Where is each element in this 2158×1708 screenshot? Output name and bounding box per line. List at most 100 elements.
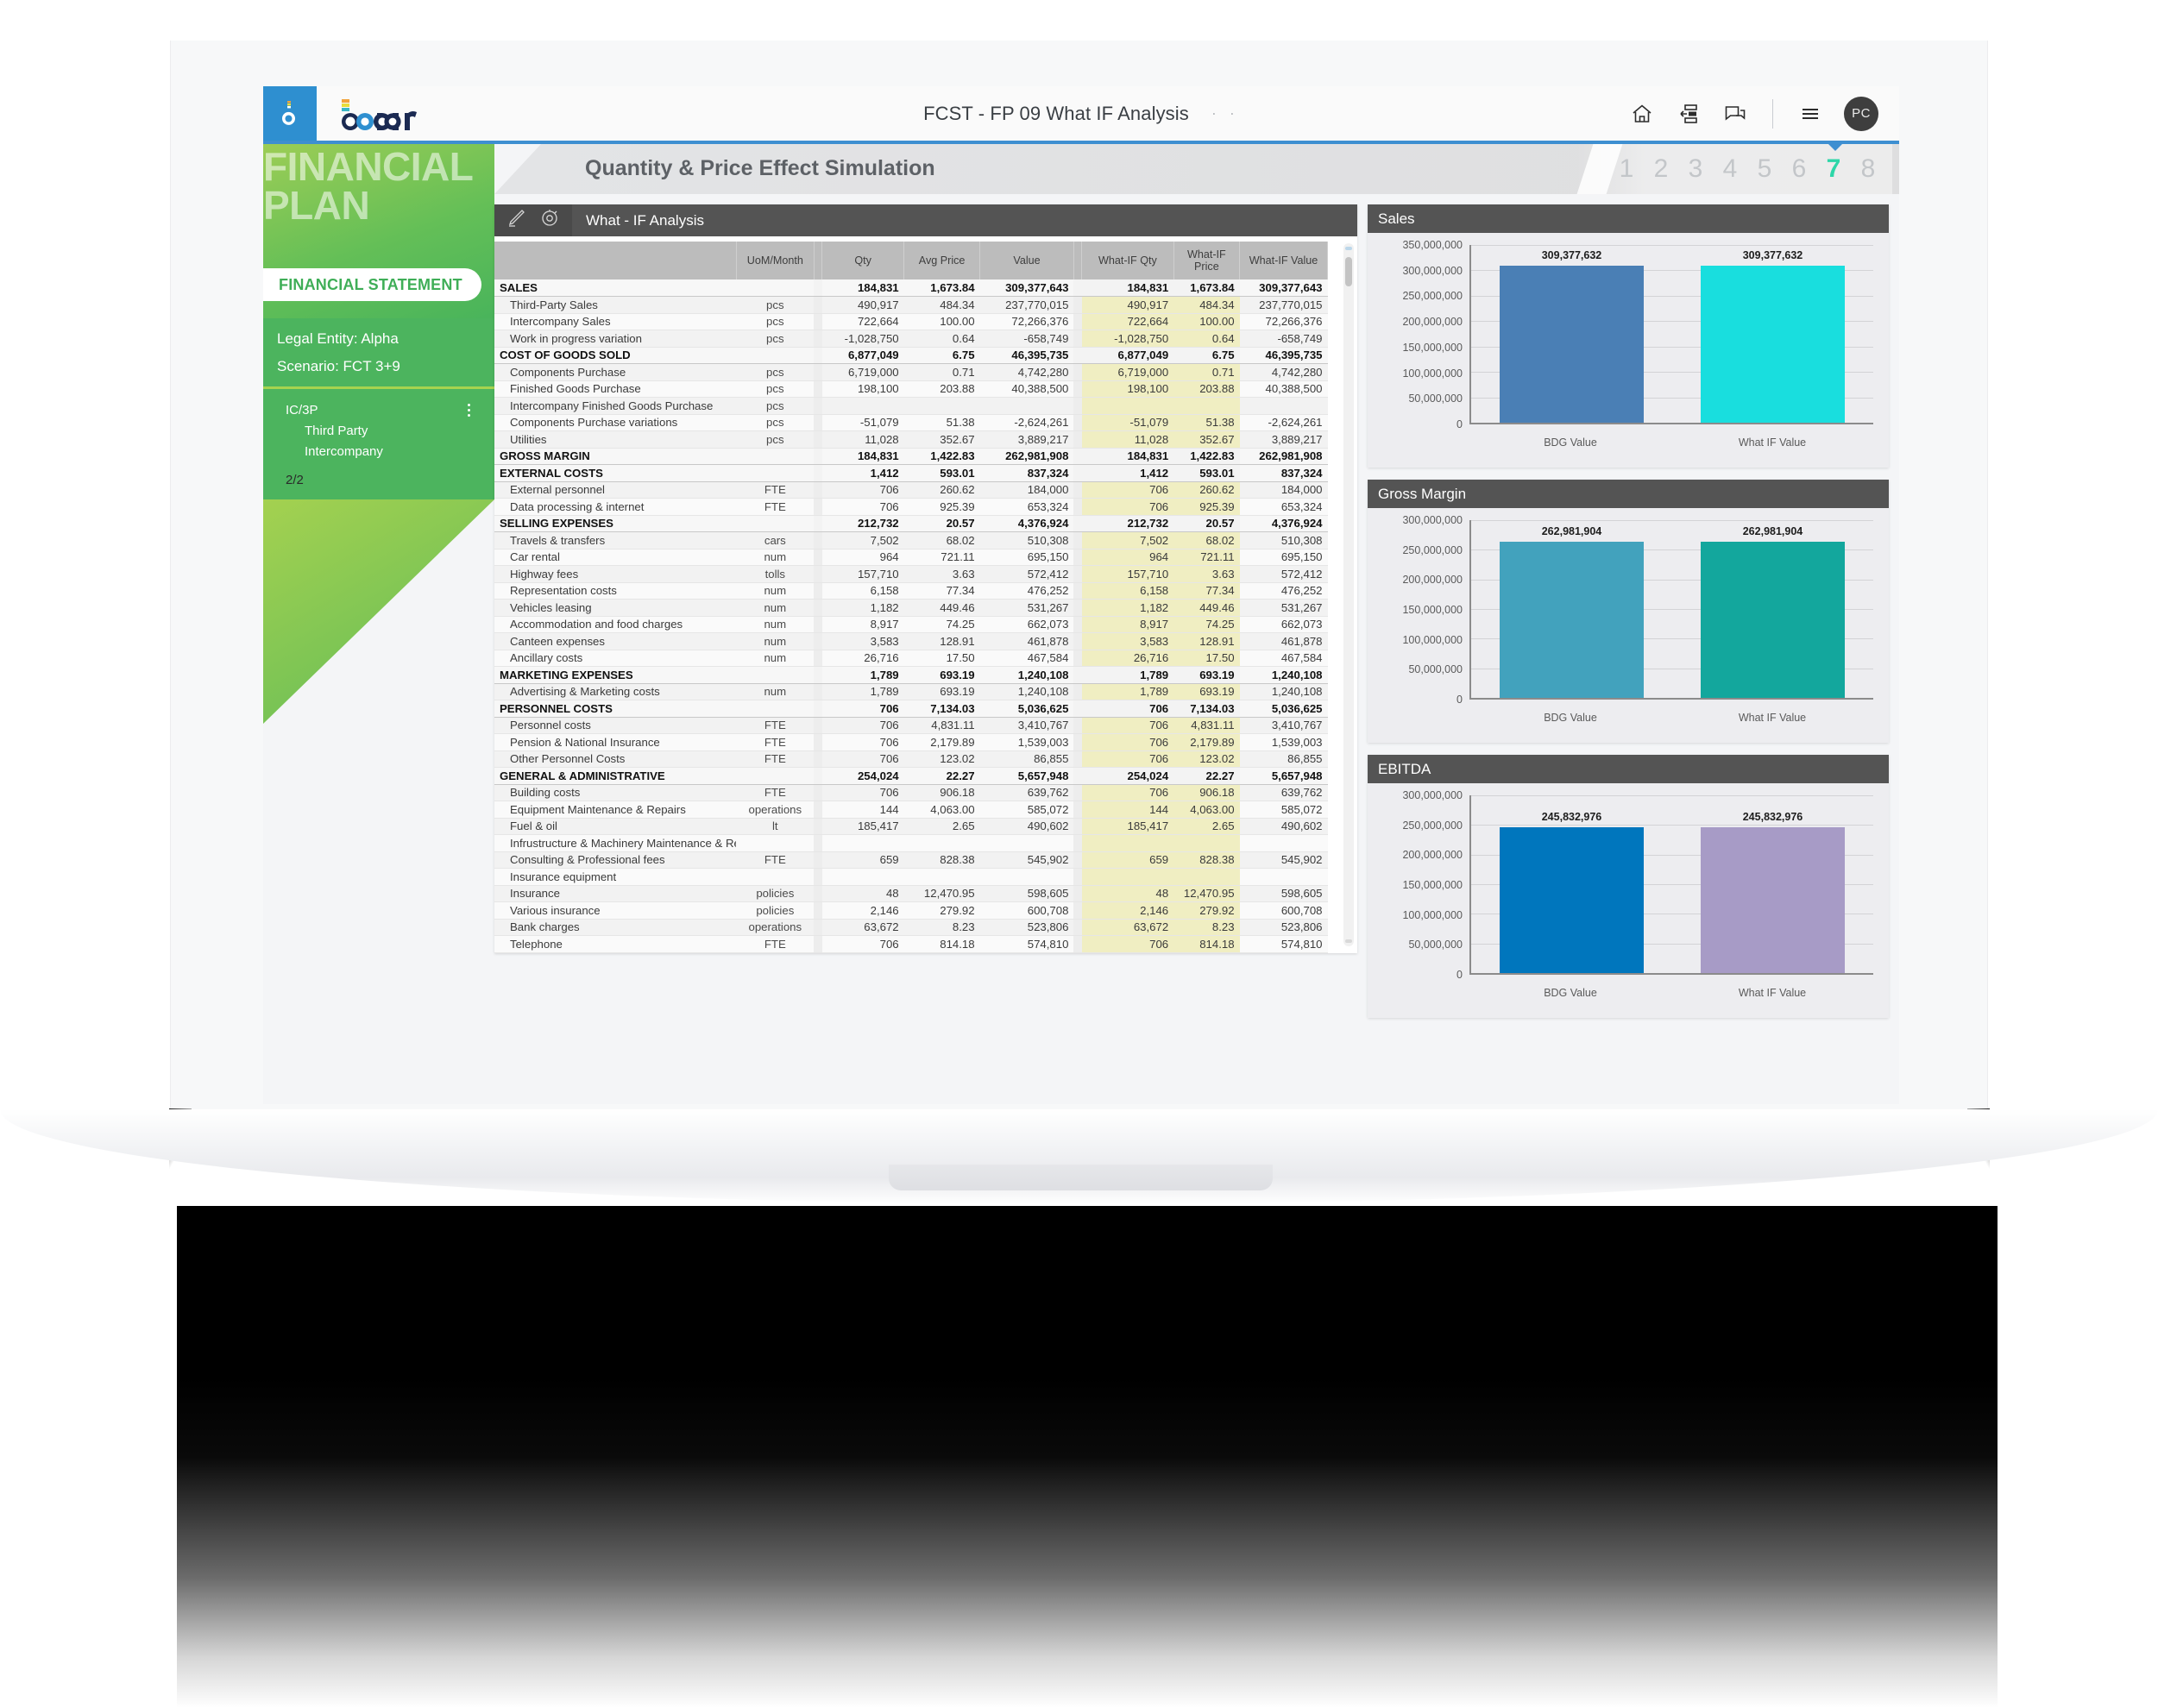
table-row[interactable]: Components Purchase pcs 6,719,000 0.71 4,742… bbox=[494, 363, 1328, 381]
row-whatif-price[interactable]: 4,831.11 bbox=[1173, 717, 1240, 734]
table-row[interactable]: Advertising & Marketing costs num 1,789 693… bbox=[494, 683, 1328, 700]
pager-page-8[interactable]: 8 bbox=[1851, 154, 1885, 184]
comment-icon[interactable] bbox=[1722, 101, 1748, 127]
table-row[interactable]: SELLING EXPENSES 212,732 20.57 4,376,924 212… bbox=[494, 515, 1328, 532]
table-row[interactable]: Consulting & Professional fees FTE 659 828.… bbox=[494, 851, 1328, 869]
bar[interactable] bbox=[1700, 265, 1846, 423]
row-whatif-qty[interactable]: 964 bbox=[1081, 549, 1174, 566]
row-whatif-price[interactable]: 279.92 bbox=[1173, 901, 1240, 920]
row-whatif-price[interactable]: 7,134.03 bbox=[1173, 700, 1240, 718]
row-whatif-price[interactable]: 6.75 bbox=[1173, 347, 1240, 364]
table-row[interactable]: Finished Goods Purchase pcs 198,100 203.88 4… bbox=[494, 380, 1328, 398]
table-row[interactable]: Work in progress variation pcs -1,028,750 0… bbox=[494, 330, 1328, 348]
row-whatif-price[interactable]: 123.02 bbox=[1173, 750, 1240, 768]
table-row[interactable]: Third-Party Sales pcs 490,917 484.34 237,770… bbox=[494, 296, 1328, 314]
scrollbar-thumb[interactable] bbox=[1345, 257, 1352, 286]
table-row[interactable]: Representation costs num 6,158 77.34 476,252… bbox=[494, 582, 1328, 600]
table-row[interactable]: Telephone FTE 706 814.18 574,810 706 814.18 574… bbox=[494, 935, 1328, 953]
home-icon[interactable] bbox=[1629, 101, 1655, 127]
table-row[interactable]: Infrustructure & Machinery Maintenance &… bbox=[494, 834, 1328, 852]
row-whatif-price[interactable]: 828.38 bbox=[1173, 851, 1240, 869]
table-row[interactable]: Accommodation and food charges num 8,917 74… bbox=[494, 616, 1328, 633]
row-whatif-price[interactable]: 77.34 bbox=[1173, 582, 1240, 600]
table-row[interactable]: Bank charges operations 63,672 8.23 523,806 6… bbox=[494, 919, 1328, 936]
row-whatif-price[interactable]: 352.67 bbox=[1173, 430, 1240, 449]
row-whatif-qty[interactable] bbox=[1081, 397, 1174, 415]
row-whatif-price[interactable]: 74.25 bbox=[1173, 616, 1240, 633]
col-avg-price[interactable]: Avg Price bbox=[903, 242, 981, 279]
row-whatif-qty[interactable]: 6,877,049 bbox=[1081, 347, 1174, 364]
table-row[interactable]: Insurance policies 48 12,470.95 598,605 48 12,… bbox=[494, 885, 1328, 902]
row-whatif-qty[interactable]: 706 bbox=[1081, 481, 1174, 499]
bar[interactable] bbox=[1499, 542, 1645, 698]
row-whatif-qty[interactable]: 8,917 bbox=[1081, 616, 1174, 633]
table-row[interactable]: Building costs FTE 706 906.18 639,762 706 906.… bbox=[494, 784, 1328, 801]
layout-icon[interactable] bbox=[1676, 101, 1702, 127]
hamburger-icon[interactable] bbox=[1797, 101, 1823, 127]
row-whatif-price[interactable]: 693.19 bbox=[1173, 666, 1240, 684]
row-whatif-qty[interactable]: 2,146 bbox=[1081, 901, 1174, 920]
row-whatif-price[interactable]: 2.65 bbox=[1173, 818, 1240, 835]
row-whatif-qty[interactable]: 185,417 bbox=[1081, 818, 1174, 835]
row-whatif-qty[interactable]: 706 bbox=[1081, 498, 1174, 516]
row-whatif-qty[interactable]: 184,831 bbox=[1081, 279, 1174, 297]
table-row[interactable]: Personnel costs FTE 706 4,831.11 3,410,767 70… bbox=[494, 717, 1328, 734]
row-whatif-price[interactable]: 260.62 bbox=[1173, 481, 1240, 499]
row-whatif-qty[interactable]: 254,024 bbox=[1081, 767, 1174, 785]
row-whatif-price[interactable]: 1,673.84 bbox=[1173, 279, 1240, 297]
row-whatif-qty[interactable]: 144 bbox=[1081, 801, 1174, 819]
row-whatif-qty[interactable]: 706 bbox=[1081, 784, 1174, 801]
row-whatif-price[interactable]: 51.38 bbox=[1173, 414, 1240, 431]
pager-page-6[interactable]: 6 bbox=[1782, 154, 1816, 184]
table-row[interactable]: Fuel & oil lt 185,417 2.65 490,602 185,417 2.6… bbox=[494, 818, 1328, 835]
row-whatif-price[interactable]: 0.71 bbox=[1173, 363, 1240, 381]
row-whatif-qty[interactable]: 659 bbox=[1081, 851, 1174, 869]
row-whatif-price[interactable]: 0.64 bbox=[1173, 330, 1240, 348]
table-row[interactable]: SALES 184,831 1,673.84 309,377,643 184,831 1,… bbox=[494, 279, 1328, 297]
row-whatif-qty[interactable]: 26,716 bbox=[1081, 650, 1174, 667]
table-row[interactable]: Data processing & internet FTE 706 925.39 65… bbox=[494, 498, 1328, 516]
table-row[interactable]: Components Purchase variations pcs -51,079… bbox=[494, 414, 1328, 431]
pager-page-3[interactable]: 3 bbox=[1678, 154, 1713, 184]
table-row[interactable]: Pension & National Insurance FTE 706 2,179.… bbox=[494, 733, 1328, 751]
row-whatif-price[interactable] bbox=[1173, 834, 1240, 852]
col-whatif-price[interactable]: What-IF Price bbox=[1173, 242, 1241, 279]
table-row[interactable]: MARKETING EXPENSES 1,789 693.19 1,240,108 1,… bbox=[494, 666, 1328, 684]
row-whatif-price[interactable]: 449.46 bbox=[1173, 599, 1240, 617]
pager-page-1[interactable]: 1 bbox=[1609, 154, 1644, 184]
row-whatif-price[interactable]: 814.18 bbox=[1173, 935, 1240, 953]
row-whatif-price[interactable]: 17.50 bbox=[1173, 650, 1240, 667]
row-whatif-qty[interactable]: 198,100 bbox=[1081, 380, 1174, 398]
row-whatif-price[interactable]: 1,422.83 bbox=[1173, 448, 1240, 465]
row-whatif-qty[interactable]: 722,664 bbox=[1081, 313, 1174, 330]
row-whatif-qty[interactable]: 706 bbox=[1081, 935, 1174, 953]
row-whatif-qty[interactable]: 3,583 bbox=[1081, 632, 1174, 650]
row-whatif-price[interactable] bbox=[1173, 868, 1240, 886]
board-logo-tile[interactable] bbox=[263, 86, 317, 141]
table-row[interactable]: GROSS MARGIN 184,831 1,422.83 262,981,908 18… bbox=[494, 448, 1328, 465]
row-whatif-qty[interactable]: 212,732 bbox=[1081, 515, 1174, 532]
table-row[interactable]: Various insurance policies 2,146 279.92 600,… bbox=[494, 901, 1328, 920]
col-whatif-qty[interactable]: What-IF Qty bbox=[1081, 242, 1174, 279]
scroll-up-arrow[interactable] bbox=[1345, 247, 1352, 250]
avatar[interactable]: PC bbox=[1844, 96, 1878, 131]
table-row[interactable]: Insurance equipment bbox=[494, 868, 1328, 886]
col-whatif-value[interactable]: What-IF Value bbox=[1239, 242, 1328, 279]
row-whatif-qty[interactable]: 706 bbox=[1081, 733, 1174, 751]
table-row[interactable]: Travels & transfers cars 7,502 68.02 510,308… bbox=[494, 531, 1328, 549]
table-row[interactable]: Utilities pcs 11,028 352.67 3,889,217 11,028 3… bbox=[494, 430, 1328, 449]
bar[interactable] bbox=[1499, 265, 1645, 423]
row-whatif-price[interactable]: 2,179.89 bbox=[1173, 733, 1240, 751]
row-whatif-price[interactable]: 100.00 bbox=[1173, 313, 1240, 330]
table-row[interactable]: Intercompany Sales pcs 722,664 100.00 72,266… bbox=[494, 313, 1328, 330]
row-whatif-qty[interactable]: 63,672 bbox=[1081, 919, 1174, 936]
table-row[interactable]: Ancillary costs num 26,716 17.50 467,584 26,7… bbox=[494, 650, 1328, 667]
pager-page-2[interactable]: 2 bbox=[1644, 154, 1678, 184]
scenario-label[interactable]: Scenario: FCT 3+9 bbox=[277, 358, 494, 375]
row-whatif-price[interactable]: 22.27 bbox=[1173, 767, 1240, 785]
bar[interactable] bbox=[1700, 542, 1846, 698]
col-value[interactable]: Value bbox=[979, 242, 1074, 279]
financial-statement-pill[interactable]: FINANCIAL STATEMENT bbox=[263, 268, 481, 301]
row-whatif-price[interactable]: 203.88 bbox=[1173, 380, 1240, 398]
row-whatif-qty[interactable]: 706 bbox=[1081, 700, 1174, 718]
